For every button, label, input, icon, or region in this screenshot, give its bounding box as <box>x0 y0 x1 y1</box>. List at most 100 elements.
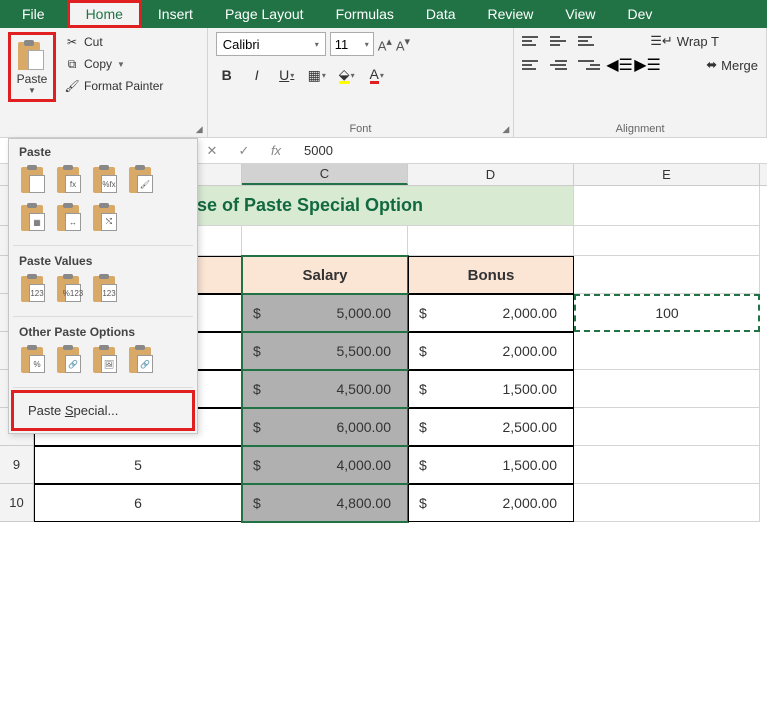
tab-file[interactable]: File <box>0 0 67 28</box>
paste-option-column-widths[interactable]: ↔ <box>55 203 85 235</box>
font-name-select[interactable]: Calibri ▾ <box>216 32 326 56</box>
paste-option-keep-source[interactable]: 🖌 <box>127 165 157 197</box>
font-size-select[interactable]: 11 ▾ <box>330 32 374 56</box>
bold-button[interactable]: B <box>216 64 238 86</box>
align-center-button[interactable] <box>550 56 572 74</box>
cell-bonus[interactable]: $1,500.00 <box>408 370 574 408</box>
cancel-formula-icon[interactable]: ✕ <box>196 143 228 159</box>
font-group: Calibri ▾ 11 ▾ A▴ A▾ B I U▾ ▦▾ ⬙▾ A▾ Fon… <box>208 28 515 137</box>
align-bottom-button[interactable] <box>578 32 600 50</box>
cell-salary[interactable]: $4,800.00 <box>242 484 408 522</box>
fill-color-button[interactable]: ⬙▾ <box>336 64 358 86</box>
colheader-d[interactable]: D <box>408 164 574 185</box>
dialog-launcher-icon[interactable]: ◢ <box>196 124 203 135</box>
cell-salary[interactable]: $6,000.00 <box>242 408 408 446</box>
cell-salary[interactable]: $5,000.00 <box>242 294 408 332</box>
clipboard-group: Paste ▼ ✂ Cut ⧉ Copy ▼ 🖌 Format Painter <box>0 28 208 137</box>
alignment-group: ☰↵ Wrap T ◀☰ ▶☰ ⬌ Merge Alignment <box>514 28 767 137</box>
merge-button[interactable]: ⬌ Merge <box>706 57 758 73</box>
cell-empty[interactable] <box>574 446 760 484</box>
paste-values-number-formatting[interactable]: %123 <box>55 274 85 306</box>
format-painter-button[interactable]: 🖌 Format Painter <box>60 76 167 96</box>
rowheader[interactable]: 9 <box>0 446 34 484</box>
cell-empty[interactable] <box>574 408 760 446</box>
paste-picture-option[interactable]: 🖼 <box>91 345 121 377</box>
paste-option-formulas-formatting[interactable]: %fx <box>91 165 121 197</box>
paste-values-option[interactable]: 123 <box>19 274 49 306</box>
font-name-value: Calibri <box>223 37 260 52</box>
cell-salary[interactable]: $5,500.00 <box>242 332 408 370</box>
dialog-launcher-icon[interactable]: ◢ <box>502 124 509 135</box>
cell-employee-id[interactable]: 5 <box>34 446 242 484</box>
paste-values-heading: Paste Values <box>9 248 197 272</box>
paste-button[interactable]: Paste ▼ <box>8 32 56 102</box>
paste-label: Paste <box>17 72 48 86</box>
italic-button[interactable]: I <box>246 64 268 86</box>
paste-option-transpose[interactable]: ⤭ <box>91 203 121 235</box>
rowheader[interactable]: 10 <box>0 484 34 522</box>
cell-empty[interactable] <box>574 370 760 408</box>
increase-indent-button[interactable]: ▶☰ <box>634 56 656 74</box>
align-top-button[interactable] <box>522 32 544 50</box>
enter-formula-icon[interactable]: ✓ <box>228 143 260 159</box>
formula-value[interactable]: 5000 <box>292 143 345 158</box>
wrap-text-button[interactable]: ☰↵ Wrap T <box>650 33 719 49</box>
tab-page-layout[interactable]: Page Layout <box>209 0 320 28</box>
cell-employee-id[interactable]: 6 <box>34 484 242 522</box>
other-paste-heading: Other Paste Options <box>9 319 197 343</box>
decrease-font-icon[interactable]: A▾ <box>396 35 410 53</box>
tab-formulas[interactable]: Formulas <box>320 0 410 28</box>
paste-option-no-borders[interactable]: ▦ <box>19 203 49 235</box>
copy-label: Copy <box>84 57 112 71</box>
underline-button[interactable]: U▾ <box>276 64 298 86</box>
cut-button[interactable]: ✂ Cut <box>60 32 167 52</box>
chevron-down-icon: ▾ <box>315 40 319 49</box>
cut-label: Cut <box>84 35 103 49</box>
paste-link-option[interactable]: 🔗 <box>55 345 85 377</box>
cell-bonus[interactable]: $2,000.00 <box>408 484 574 522</box>
font-color-button[interactable]: A▾ <box>366 64 388 86</box>
table-row: 95$4,000.00$1,500.00 <box>0 446 767 484</box>
paste-linked-picture-option[interactable]: 🔗 <box>127 345 157 377</box>
cell-salary[interactable]: $4,500.00 <box>242 370 408 408</box>
colheader-c[interactable]: C <box>242 164 408 185</box>
tab-review[interactable]: Review <box>472 0 550 28</box>
tab-developer[interactable]: Dev <box>612 0 669 28</box>
scissors-icon: ✂ <box>64 34 80 50</box>
paste-values-source-formatting[interactable]: 123 <box>91 274 121 306</box>
chevron-down-icon[interactable]: ▼ <box>28 86 36 95</box>
paste-option-all[interactable] <box>19 165 49 197</box>
cell-salary[interactable]: $4,000.00 <box>242 446 408 484</box>
tab-insert[interactable]: Insert <box>142 0 209 28</box>
header-salary: Salary <box>242 256 408 294</box>
cell-empty[interactable] <box>574 484 760 522</box>
paste-special-menu-item[interactable]: Paste Special... <box>11 390 195 431</box>
increase-font-icon[interactable]: A▴ <box>378 35 392 53</box>
paste-option-formulas[interactable]: fx <box>55 165 85 197</box>
ribbon: Paste ▼ ✂ Cut ⧉ Copy ▼ 🖌 Format Painter <box>0 28 767 138</box>
header-bonus: Bonus <box>408 256 574 294</box>
chevron-down-icon: ▼ <box>117 60 125 69</box>
fx-icon[interactable]: fx <box>260 143 292 158</box>
align-left-button[interactable] <box>522 56 544 74</box>
alignment-group-label: Alignment <box>522 121 758 135</box>
table-row: 106$4,800.00$2,000.00 <box>0 484 767 522</box>
cell-empty[interactable] <box>574 332 760 370</box>
cell-bonus[interactable]: $2,500.00 <box>408 408 574 446</box>
copy-button[interactable]: ⧉ Copy ▼ <box>60 54 167 74</box>
cell-bonus[interactable]: $2,000.00 <box>408 294 574 332</box>
align-right-button[interactable] <box>578 56 600 74</box>
cell-bonus[interactable]: $2,000.00 <box>408 332 574 370</box>
align-middle-button[interactable] <box>550 32 572 50</box>
font-group-label: Font <box>216 121 506 135</box>
tab-home[interactable]: Home <box>67 0 142 28</box>
cell-bonus[interactable]: $1,500.00 <box>408 446 574 484</box>
paste-formatting-option[interactable]: % <box>19 345 49 377</box>
copied-cell[interactable]: 100 <box>574 294 760 332</box>
wrap-label: Wrap T <box>677 34 719 49</box>
tab-view[interactable]: View <box>549 0 611 28</box>
tab-data[interactable]: Data <box>410 0 472 28</box>
borders-button[interactable]: ▦▾ <box>306 64 328 86</box>
colheader-e[interactable]: E <box>574 164 760 185</box>
decrease-indent-button[interactable]: ◀☰ <box>606 56 628 74</box>
